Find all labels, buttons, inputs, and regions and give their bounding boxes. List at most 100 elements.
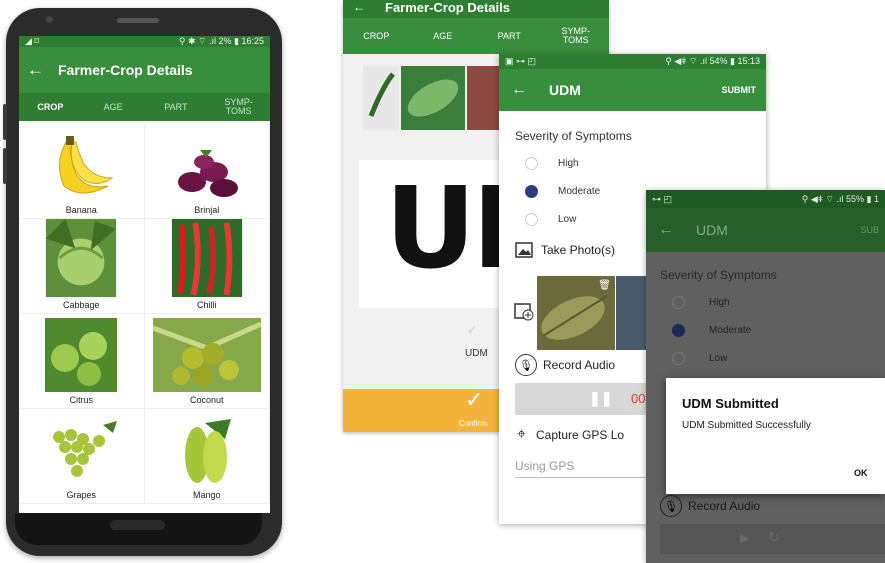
capture-gps-button[interactable]: ⌖ Capture GPS Lo [517,426,624,444]
severity-option-low[interactable]: Low [672,350,885,366]
success-dialog: UDM Submitted UDM Submitted Successfully… [666,378,885,494]
app-toolbar: ← Farmer-Crop Details [343,0,609,18]
radio-button[interactable] [525,212,538,226]
thumbnail-image[interactable] [363,66,399,130]
udm-submitted-screen: ⊶ ◰ ⚲ ◀ǂ ⌔ .ıl 55% ▮ 1 ← UDM SUB Severit… [646,190,885,563]
option-label: Low [558,213,577,225]
radio-button-selected[interactable] [525,184,538,198]
citrus-icon [45,318,118,392]
back-arrow-icon[interactable]: ← [658,221,674,239]
severity-label: Severity of Symptoms [515,129,632,143]
add-photo-icon[interactable] [513,300,535,322]
grapes-icon [53,421,118,477]
severity-option-high[interactable]: High [672,294,885,310]
radio-button[interactable] [672,295,685,309]
photo-thumbnail[interactable]: 🗑 [537,276,615,350]
tab-age[interactable]: AGE [410,31,477,41]
radio-button[interactable] [672,351,685,365]
tab-symptoms[interactable]: SYMP- TOMS [207,98,270,116]
dialog-title: UDM Submitted [682,396,779,411]
severity-option-high[interactable]: High [525,155,766,171]
image-icon [515,242,533,258]
coconut-icon [152,318,261,392]
option-label: High [558,157,579,169]
volume-button [3,104,7,140]
tab-bar: CROP AGE PART SYMP- TOMS [343,18,609,54]
udm-preview-panel: UD [359,160,565,308]
back-arrow-icon[interactable]: ← [353,0,365,14]
app-toolbar: ← Farmer-Crop Details [19,47,270,93]
microphone-icon: 🎙 [515,354,537,376]
record-audio-button[interactable]: 🎙 Record Audio [515,354,615,376]
crop-label: Banana [65,205,97,215]
home-indicator [110,520,165,530]
confirm-label: Confirm [459,419,488,428]
thumbnail-image[interactable] [467,66,503,130]
crop-card-coconut[interactable]: Coconut [144,314,270,409]
tab-crop[interactable]: CROP [19,102,82,112]
crop-label: Mango [192,490,221,500]
page-title: UDM [696,222,728,238]
tab-part[interactable]: PART [145,102,208,112]
crosshair-icon: ⌖ [517,426,527,443]
mango-icon [184,419,231,483]
tab-part[interactable]: PART [476,31,543,41]
crop-label: Grapes [66,490,96,500]
radio-button[interactable] [525,156,538,170]
delete-icon[interactable]: 🗑 [598,280,611,291]
back-arrow-icon[interactable]: ← [27,60,44,80]
crop-card-chilli[interactable]: Chilli [144,219,270,314]
volume-button [3,148,7,184]
gps-field[interactable]: Using GPS [515,459,655,478]
severity-option-moderate[interactable]: Moderate [672,322,885,338]
crop-card-mango[interactable]: Mango [144,409,270,504]
option-label: High [709,296,730,308]
crop-card-citrus[interactable]: Citrus [19,314,145,409]
replay-icon[interactable]: ↻ [768,529,780,546]
crop-label: Chilli [196,300,217,310]
capture-gps-label: Capture GPS Lo [536,428,625,442]
option-label: Moderate [558,185,601,197]
confirm-check-icon: ✓ [465,387,484,412]
option-label: Moderate [709,324,752,336]
option-label: Low [709,352,728,364]
crop-label: Brinjal [194,205,220,215]
tab-symptoms[interactable]: SYMP- TOMS [543,27,610,45]
severity-label: Severity of Symptoms [660,268,777,282]
status-left-icons: ▣ ⊶ ◰ [505,56,537,66]
crop-card-cabbage[interactable]: Cabbage [19,219,145,314]
pause-icon[interactable]: ❚❚ [589,390,612,407]
crop-screen: ◢ ⌑ ⚲ ✱ ⌔ .ıl 2% ▮ 16:25 ← Farmer-Crop D… [19,36,270,513]
record-audio-button[interactable]: 🎙 Record Audio [660,495,760,517]
crop-card-banana[interactable]: Banana [19,124,145,219]
status-right-info: ⚲ ◀ǂ ⌔ .ıl 54% ▮ 15:13 [665,56,760,66]
audio-timer: 00 [631,391,646,406]
status-bar: ◢ ⌑ ⚲ ✱ ⌔ .ıl 2% ▮ 16:25 [19,36,270,47]
earpiece-speaker [117,18,159,23]
radio-button-selected[interactable] [672,323,685,337]
play-icon[interactable]: ▶ [740,531,749,545]
cabbage-icon [46,219,117,297]
crop-card-brinjal[interactable]: Brinjal [144,124,270,219]
app-toolbar: ← UDM SUB [646,208,885,252]
crop-card-grapes[interactable]: Grapes [19,409,145,504]
udm-label: UDM [465,348,488,359]
page-title: UDM [549,82,581,98]
back-arrow-icon[interactable]: ← [511,81,527,99]
tab-crop[interactable]: CROP [343,31,410,41]
submit-button[interactable]: SUBMIT [722,85,757,95]
ok-button[interactable]: OK [854,468,868,478]
status-left-icons: ◢ ⌑ [25,36,40,46]
crop-label: Coconut [189,395,224,405]
status-right-info: ⚲ ◀ǂ ⌔ .ıl 55% ▮ 1 [801,193,879,204]
thumbnail-image[interactable] [401,66,465,130]
tab-age[interactable]: AGE [82,102,145,112]
crop-grid: Banana Brinjal Cabbage Chilli Citrus Coc… [19,124,270,504]
submit-button[interactable]: SUB [860,225,879,235]
dialog-message: UDM Submitted Successfully [682,420,811,431]
front-camera [46,16,53,23]
take-photo-label: Take Photo(s) [541,243,616,257]
status-left-icons: ⊶ ◰ [652,193,673,204]
status-bar: ▣ ⊶ ◰ ⚲ ◀ǂ ⌔ .ıl 54% ▮ 15:13 [499,54,766,69]
leaf-photo-icon [368,72,395,117]
